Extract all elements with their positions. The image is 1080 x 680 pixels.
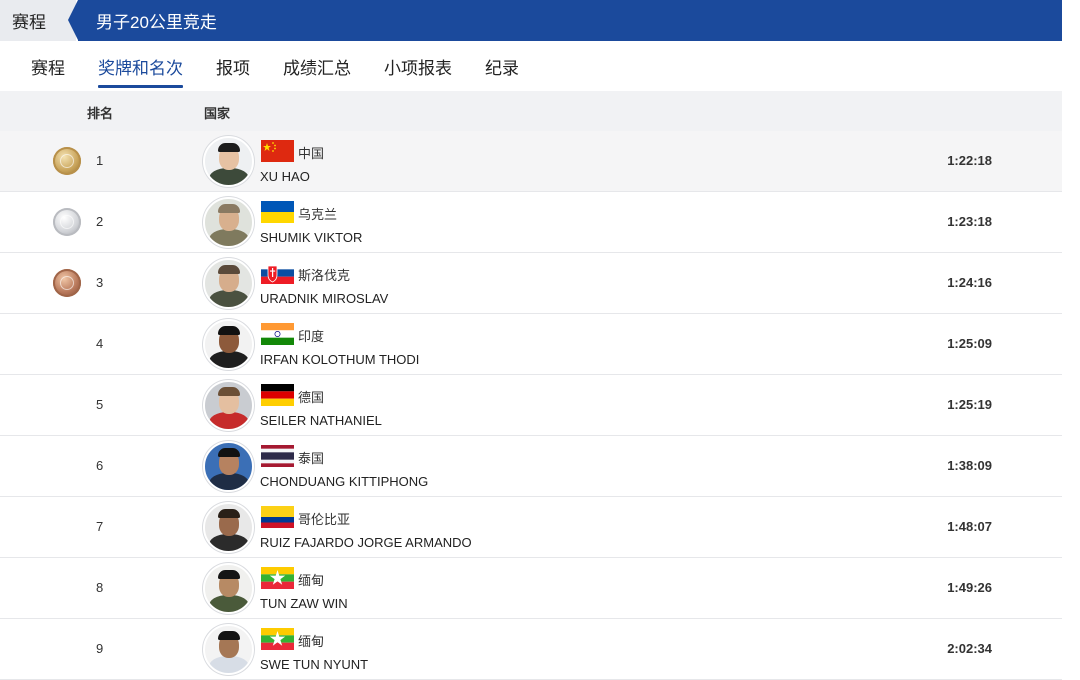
bronze-medal-icon [53,269,81,297]
tab-results-summary[interactable]: 成绩汇总 [283,41,351,91]
rank-value: 5 [96,397,104,412]
myanmar-flag-icon [261,628,294,650]
country-name: 缅甸 [298,634,325,649]
rank-value: 4 [96,336,104,351]
rank-value: 8 [96,580,104,595]
athlete-name: RUIZ FAJARDO JORGE ARMANDO [260,535,472,550]
rank-value: 7 [96,519,104,534]
country-name: 德国 [298,390,325,405]
result-time: 1:22:18 [947,153,992,168]
tab-medals-rankings[interactable]: 奖牌和名次 [98,41,183,91]
tab-event-reports[interactable]: 小项报表 [384,41,452,91]
colombia-flag-icon [261,506,294,528]
rank-value: 2 [96,214,104,229]
athlete-name: XU HAO [260,169,310,184]
tab-records[interactable]: 纪录 [485,41,519,91]
rank-value: 9 [96,641,104,656]
breadcrumb-current-event: 男子20公里竞走 [68,0,1062,41]
table-row[interactable]: 4 印度 IRFAN KOLOTHUM THODI 1:25:09 [0,314,1062,375]
result-time: 1:23:18 [947,214,992,229]
result-time: 1:24:16 [947,275,992,290]
table-row[interactable]: 9 缅甸 SWE TUN NYUNT 2:02:34 [0,619,1062,680]
rank-value: 3 [96,275,104,290]
table-row[interactable]: 1 中国 XU HAO 1:22:18 [0,131,1062,192]
tab-bar: 赛程 奖牌和名次 报项 成绩汇总 小项报表 纪录 [0,41,1062,91]
athlete-name: CHONDUANG KITTIPHONG [260,474,429,489]
india-flag-icon [261,323,294,345]
breadcrumb: 赛程 男子20公里竞走 [0,0,1062,41]
country-name: 缅甸 [298,573,325,588]
athlete-avatar [203,624,254,675]
results-table: 1 中国 XU HAO 1:22:18 2 乌克兰 SHUMIK VIKTOR … [0,131,1062,680]
table-row[interactable]: 8 缅甸 TUN ZAW WIN 1:49:26 [0,558,1062,619]
table-row[interactable]: 6 泰国 CHONDUANG KITTIPHONG 1:38:09 [0,436,1062,497]
athlete-avatar [203,380,254,431]
country-name: 中国 [298,146,325,161]
athlete-avatar [203,258,254,309]
table-row[interactable]: 7 哥伦比亚 RUIZ FAJARDO JORGE ARMANDO 1:48:0… [0,497,1062,558]
athlete-name: IRFAN KOLOTHUM THODI [260,352,420,367]
athlete-name: SWE TUN NYUNT [260,657,369,672]
table-row[interactable]: 5 德国 SEILER NATHANIEL 1:25:19 [0,375,1062,436]
tab-entries[interactable]: 报项 [216,41,250,91]
thailand-flag-icon [261,445,294,467]
result-time: 1:49:26 [947,580,992,595]
athlete-avatar [203,502,254,553]
country-name: 印度 [298,329,325,344]
country-name: 哥伦比亚 [298,512,351,527]
slovakia-flag-icon [261,262,294,284]
result-time: 1:38:09 [947,458,992,473]
myanmar-flag-icon [261,567,294,589]
athlete-avatar [203,441,254,492]
table-row[interactable]: 3 斯洛伐克 URADNIK MIROSLAV 1:24:16 [0,253,1062,314]
china-flag-icon [261,140,294,162]
rank-value: 6 [96,458,104,473]
breadcrumb-schedule-link[interactable]: 赛程 [0,0,78,41]
result-time: 2:02:34 [947,641,992,656]
ukraine-flag-icon [261,201,294,223]
result-time: 1:25:19 [947,397,992,412]
result-time: 1:25:09 [947,336,992,351]
germany-flag-icon [261,384,294,406]
athlete-avatar [203,136,254,187]
table-row[interactable]: 2 乌克兰 SHUMIK VIKTOR 1:23:18 [0,192,1062,253]
country-name: 乌克兰 [298,207,338,222]
athlete-avatar [203,197,254,248]
gold-medal-icon [53,147,81,175]
athlete-name: URADNIK MIROSLAV [260,291,389,306]
result-time: 1:48:07 [947,519,992,534]
silver-medal-icon [53,208,81,236]
athlete-name: SHUMIK VIKTOR [260,230,363,245]
athlete-name: TUN ZAW WIN [260,596,348,611]
rank-column-header: 排名 [87,106,114,121]
country-column-header: 国家 [204,106,231,121]
athlete-avatar [203,563,254,614]
table-header: 排名 国家 [0,91,1062,131]
rank-value: 1 [96,153,104,168]
country-name: 斯洛伐克 [298,268,351,283]
country-name: 泰国 [298,451,325,466]
athlete-name: SEILER NATHANIEL [260,413,382,428]
tab-schedule[interactable]: 赛程 [31,41,65,91]
athlete-avatar [203,319,254,370]
